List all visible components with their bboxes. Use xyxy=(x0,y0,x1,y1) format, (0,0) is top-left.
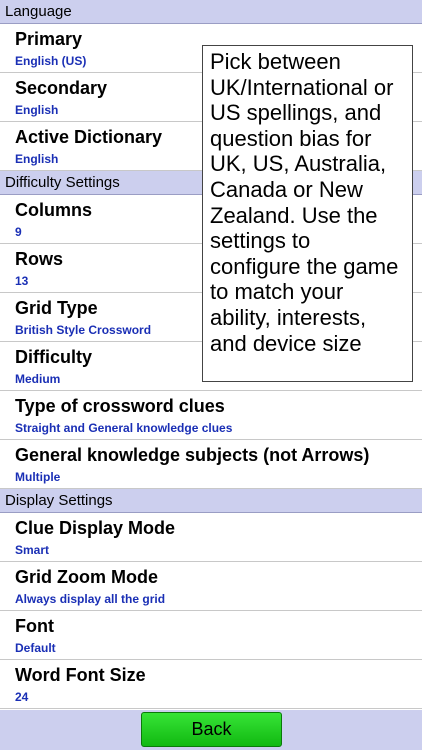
setting-value: English (US) xyxy=(15,54,87,68)
setting-title: Secondary xyxy=(15,78,108,98)
setting-value: 13 xyxy=(15,274,29,288)
setting-row-font[interactable]: Font Default xyxy=(0,611,422,660)
setting-value: Default xyxy=(15,641,56,655)
info-tooltip: Pick between UK/International or US spel… xyxy=(202,45,413,382)
setting-value: English xyxy=(15,152,59,166)
setting-value: Always display all the grid xyxy=(15,592,166,606)
setting-title: Grid Type xyxy=(15,298,98,318)
section-header-display: Display Settings xyxy=(0,489,422,513)
back-button[interactable]: Back xyxy=(141,712,282,747)
setting-value: Multiple xyxy=(15,470,61,484)
setting-value: British Style Crossword xyxy=(15,323,152,337)
setting-row-clue-type[interactable]: Type of crossword clues Straight and Gen… xyxy=(0,391,422,440)
setting-row-knowledge-subjects[interactable]: General knowledge subjects (not Arrows) … xyxy=(0,440,422,489)
setting-row-word-font-size[interactable]: Word Font Size 24 xyxy=(0,660,422,709)
setting-row-grid-zoom-mode[interactable]: Grid Zoom Mode Always display all the gr… xyxy=(0,562,422,611)
setting-value: Straight and General knowledge clues xyxy=(15,421,233,435)
setting-title: Primary xyxy=(15,29,83,49)
setting-title: General knowledge subjects (not Arrows) xyxy=(15,445,370,465)
setting-title: Word Font Size xyxy=(15,665,146,685)
setting-title: Clue Display Mode xyxy=(15,518,176,538)
setting-value: English xyxy=(15,103,59,117)
section-header-language: Language xyxy=(0,0,422,24)
footer-bar: Back xyxy=(0,710,422,750)
setting-title: Type of crossword clues xyxy=(15,396,225,416)
setting-title: Grid Zoom Mode xyxy=(15,567,158,587)
setting-row-clue-display-mode[interactable]: Clue Display Mode Smart xyxy=(0,513,422,562)
setting-value: Smart xyxy=(15,543,50,557)
setting-title: Rows xyxy=(15,249,64,269)
setting-value: 24 xyxy=(15,690,29,704)
setting-title: Active Dictionary xyxy=(15,127,163,147)
setting-title: Font xyxy=(15,616,54,636)
setting-value: Medium xyxy=(15,372,61,386)
setting-title: Difficulty xyxy=(15,347,93,367)
setting-title: Columns xyxy=(15,200,93,220)
setting-value: 9 xyxy=(15,225,22,239)
